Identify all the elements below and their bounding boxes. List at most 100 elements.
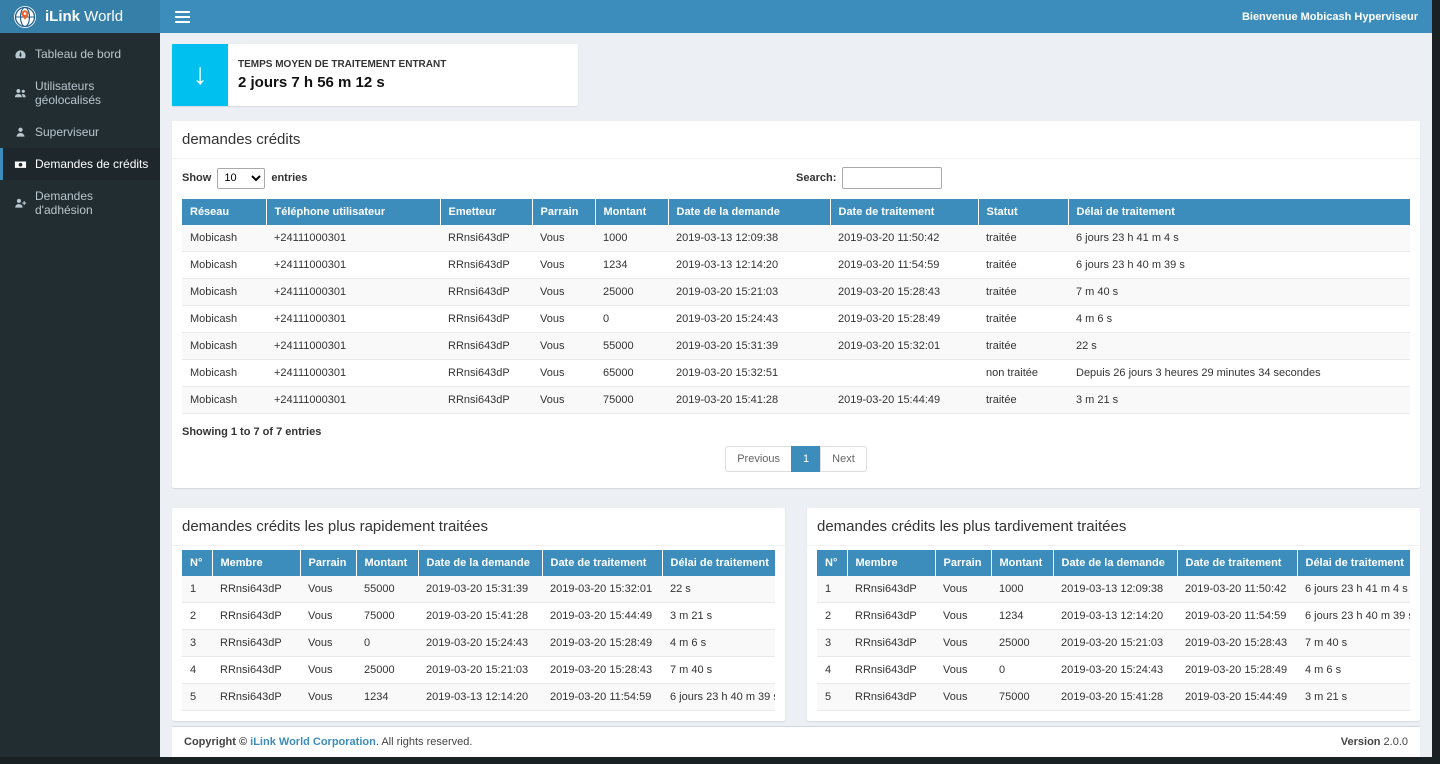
table-row: 2RRnsi643dPVous12342019-03-13 12:14:2020… — [817, 603, 1410, 630]
column-header[interactable]: Parrain — [532, 199, 595, 225]
table-cell: 7 m 40 s — [1297, 630, 1410, 657]
page-size-select[interactable]: 10 — [217, 168, 265, 189]
page-length-control: Show 10 entries — [182, 167, 796, 189]
table-row: Mobicash+24111000301RRnsi643dPVous750002… — [182, 387, 1410, 414]
column-header[interactable]: Date de traitement — [830, 199, 978, 225]
table-cell: 5 — [817, 684, 847, 711]
column-header[interactable]: Délai de traitement — [1297, 550, 1410, 576]
table-cell: 2019-03-20 11:50:42 — [1177, 576, 1297, 603]
table-row: Mobicash+24111000301RRnsi643dPVous650002… — [182, 360, 1410, 387]
previous-page-button[interactable]: Previous — [725, 446, 792, 472]
brand-text: iLink World — [45, 8, 123, 25]
sidebar-item-tableau-de-bord[interactable]: Tableau de bord — [0, 38, 160, 70]
table-cell: 2019-03-13 12:09:38 — [1053, 576, 1177, 603]
table-cell: 5 — [182, 684, 212, 711]
table-cell: RRnsi643dP — [440, 333, 532, 360]
table-cell: 2019-03-20 15:31:39 — [668, 333, 830, 360]
next-page-button[interactable]: Next — [820, 446, 867, 472]
column-header[interactable]: Parrain — [300, 550, 356, 576]
column-header[interactable]: Téléphone utilisateur — [266, 199, 440, 225]
sidebar-item-utilisateurs-geolocalises[interactable]: Utilisateurs géolocalisés — [0, 70, 160, 116]
column-header[interactable]: Délai de traitement — [662, 550, 775, 576]
credits-panel-body: Show 10 entries Search: — [172, 159, 1420, 488]
table-cell: 2019-03-20 15:28:43 — [542, 657, 662, 684]
sidebar-item-demandes-d-adhesion[interactable]: Demandes d'adhésion — [0, 180, 160, 226]
table-cell: 0 — [991, 657, 1053, 684]
column-header[interactable]: Montant — [991, 550, 1053, 576]
table-cell: 1234 — [595, 252, 668, 279]
column-header[interactable]: Réseau — [182, 199, 266, 225]
column-header[interactable]: Date de la demande — [418, 550, 542, 576]
sidebar-item-label: Utilisateurs géolocalisés — [35, 79, 152, 107]
table-cell: RRnsi643dP — [847, 576, 935, 603]
main-header: iLink World Bienvenue Mobicash Hypervise… — [0, 0, 1432, 33]
table-row: 3RRnsi643dPVous02019-03-20 15:24:432019-… — [182, 630, 775, 657]
table-cell: Vous — [532, 306, 595, 333]
table-cell: 2019-03-20 11:54:59 — [542, 684, 662, 711]
table-cell: RRnsi643dP — [440, 279, 532, 306]
column-header[interactable]: Délai de traitement — [1068, 199, 1410, 225]
table-cell: Depuis 26 jours 3 heures 29 minutes 34 s… — [1068, 360, 1410, 387]
column-header[interactable]: Emetteur — [440, 199, 532, 225]
table-cell: 75000 — [991, 684, 1053, 711]
sidebar-toggle-button[interactable] — [160, 0, 204, 33]
avg-processing-time-info-box: ↓ TEMPS MOYEN DE TRAITEMENT ENTRANT 2 jo… — [172, 44, 578, 106]
sidebar-item-demandes-de-credits[interactable]: Demandes de crédits — [0, 148, 160, 180]
sidebar-item-label: Demandes d'adhésion — [35, 189, 152, 217]
column-header[interactable]: N° — [182, 550, 212, 576]
fastest-credits-table: N°MembreParrainMontantDate de la demande… — [182, 550, 775, 711]
sidebar: Tableau de bord Utilisateurs géolocalisé… — [0, 33, 160, 757]
column-header[interactable]: Date de la demande — [668, 199, 830, 225]
header-row: N°MembreParrainMontantDate de la demande… — [817, 550, 1410, 576]
table-cell: 75000 — [356, 603, 418, 630]
table-cell: RRnsi643dP — [440, 360, 532, 387]
page-1-button[interactable]: 1 — [791, 446, 821, 472]
table-cell: 2019-03-13 12:14:20 — [668, 252, 830, 279]
table-cell: 2019-03-13 12:09:38 — [668, 225, 830, 252]
rights-text: . All rights reserved. — [376, 736, 473, 748]
table-cell: RRnsi643dP — [212, 684, 300, 711]
table-row: Mobicash+24111000301RRnsi643dPVous250002… — [182, 279, 1410, 306]
table-cell: 6 jours 23 h 40 m 39 s — [662, 684, 775, 711]
user-icon — [14, 126, 27, 139]
table-controls: Show 10 entries Search: — [182, 167, 1410, 189]
search-input[interactable] — [842, 167, 942, 189]
table-cell: 2019-03-20 15:41:28 — [1053, 684, 1177, 711]
brand[interactable]: iLink World — [0, 0, 160, 33]
column-header[interactable]: Date de la demande — [1053, 550, 1177, 576]
table-cell: Vous — [532, 360, 595, 387]
table-cell: 6 jours 23 h 40 m 39 s — [1297, 603, 1410, 630]
table-cell: RRnsi643dP — [212, 603, 300, 630]
company-link[interactable]: iLink World Corporation — [250, 736, 376, 748]
column-header[interactable]: N° — [817, 550, 847, 576]
table-cell: 2019-03-20 15:32:01 — [542, 576, 662, 603]
table-cell: 25000 — [356, 657, 418, 684]
table-cell: 4 — [182, 657, 212, 684]
slowest-credits-panel: demandes crédits les plus tardivement tr… — [807, 508, 1420, 721]
table-cell — [830, 360, 978, 387]
welcome-user-menu[interactable]: Bienvenue Mobicash Hyperviseur — [1242, 11, 1432, 23]
table-cell: 2019-03-20 15:44:49 — [830, 387, 978, 414]
column-header[interactable]: Date de traitement — [542, 550, 662, 576]
column-header[interactable]: Membre — [847, 550, 935, 576]
table-cell: 2019-03-13 12:14:20 — [418, 684, 542, 711]
table-cell: 0 — [595, 306, 668, 333]
sidebar-item-label: Superviseur — [35, 125, 99, 139]
table-cell: 6 jours 23 h 41 m 4 s — [1297, 576, 1410, 603]
table-cell: 3 m 21 s — [1297, 684, 1410, 711]
table-cell: 4 m 6 s — [1297, 657, 1410, 684]
table-cell: RRnsi643dP — [440, 306, 532, 333]
show-label: Show — [182, 172, 211, 184]
column-header[interactable]: Date de traitement — [1177, 550, 1297, 576]
column-header[interactable]: Montant — [356, 550, 418, 576]
table-cell: 55000 — [356, 576, 418, 603]
column-header[interactable]: Montant — [595, 199, 668, 225]
table-row: 3RRnsi643dPVous250002019-03-20 15:21:032… — [817, 630, 1410, 657]
sidebar-item-superviseur[interactable]: Superviseur — [0, 116, 160, 148]
column-header[interactable]: Parrain — [935, 550, 991, 576]
slowest-panel-body: N°MembreParrainMontantDate de la demande… — [807, 546, 1420, 721]
table-cell: 22 s — [1068, 333, 1410, 360]
column-header[interactable]: Statut — [978, 199, 1068, 225]
column-header[interactable]: Membre — [212, 550, 300, 576]
table-cell: 1234 — [991, 603, 1053, 630]
